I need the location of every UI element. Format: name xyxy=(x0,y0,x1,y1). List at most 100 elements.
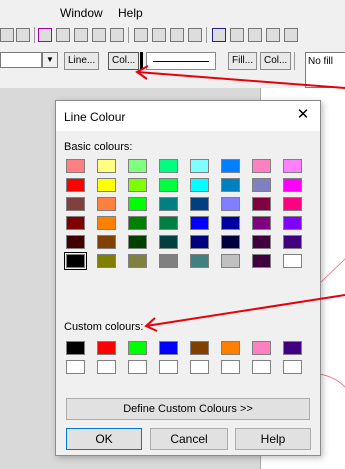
basic-colour-swatch[interactable] xyxy=(128,216,147,230)
basic-colour-swatch[interactable] xyxy=(283,159,302,173)
basic-colour-swatch[interactable] xyxy=(159,235,178,249)
pan-icon[interactable] xyxy=(248,28,262,42)
chevron-down-icon[interactable]: ▼ xyxy=(42,52,58,68)
custom-colour-swatch[interactable] xyxy=(252,341,271,355)
basic-colour-swatch[interactable] xyxy=(252,178,271,192)
basic-colour-swatch[interactable] xyxy=(128,254,147,268)
fill-value-box[interactable]: No fill xyxy=(305,52,345,88)
custom-colour-swatch[interactable] xyxy=(66,360,85,374)
fill-button[interactable]: Fill... xyxy=(228,52,258,70)
snap-icon[interactable] xyxy=(110,28,124,42)
line-style-sample[interactable] xyxy=(146,52,216,70)
basic-colour-swatch[interactable] xyxy=(97,197,116,211)
paste-icon[interactable] xyxy=(0,28,14,42)
align-icon[interactable] xyxy=(74,28,88,42)
basic-colour-swatch[interactable] xyxy=(252,159,271,173)
forward-icon[interactable] xyxy=(170,28,184,42)
basic-colour-swatch[interactable] xyxy=(190,216,209,230)
bring-front-icon[interactable] xyxy=(134,28,148,42)
basic-colour-swatch[interactable] xyxy=(128,159,147,173)
basic-colour-swatch[interactable] xyxy=(97,235,116,249)
basic-colour-swatch[interactable] xyxy=(252,216,271,230)
custom-colour-swatch[interactable] xyxy=(97,341,116,355)
custom-colour-swatch[interactable] xyxy=(128,341,147,355)
grid-icon[interactable] xyxy=(56,28,70,42)
basic-colour-swatch[interactable] xyxy=(97,159,116,173)
basic-colour-swatch[interactable] xyxy=(283,216,302,230)
define-custom-colours-button[interactable]: Define Custom Colours >> xyxy=(66,398,310,420)
menu-window[interactable]: Window xyxy=(60,6,103,20)
custom-colour-swatch[interactable] xyxy=(221,360,240,374)
custom-colour-swatch[interactable] xyxy=(283,360,302,374)
menu-help[interactable]: Help xyxy=(118,6,143,20)
custom-colour-swatch[interactable] xyxy=(190,341,209,355)
basic-colour-swatch[interactable] xyxy=(128,178,147,192)
basic-colour-swatch[interactable] xyxy=(159,178,178,192)
dialog-titlebar: Line Colour ✕ xyxy=(56,101,320,131)
basic-colour-swatch[interactable] xyxy=(221,197,240,211)
basic-colour-swatch[interactable] xyxy=(128,197,147,211)
basic-colour-swatch[interactable] xyxy=(283,197,302,211)
basic-colour-swatch[interactable] xyxy=(221,178,240,192)
custom-colour-swatch[interactable] xyxy=(97,360,116,374)
basic-colour-swatch[interactable] xyxy=(66,216,85,230)
zoom-icon[interactable] xyxy=(284,28,298,42)
shape-icon[interactable] xyxy=(230,28,244,42)
custom-colour-swatch[interactable] xyxy=(159,341,178,355)
basic-colour-swatch[interactable] xyxy=(221,216,240,230)
basic-colour-swatch[interactable] xyxy=(159,216,178,230)
basic-colour-swatch[interactable] xyxy=(97,254,116,268)
basic-colour-swatch[interactable] xyxy=(190,254,209,268)
basic-colour-swatch[interactable] xyxy=(66,159,85,173)
custom-colour-swatch[interactable] xyxy=(66,341,85,355)
basic-colour-swatch[interactable] xyxy=(159,254,178,268)
basic-colour-swatch[interactable] xyxy=(221,159,240,173)
custom-colour-swatch[interactable] xyxy=(221,341,240,355)
basic-colour-swatch[interactable] xyxy=(252,197,271,211)
basic-colour-swatch[interactable] xyxy=(190,235,209,249)
basic-colour-swatch[interactable] xyxy=(190,178,209,192)
custom-colour-swatch[interactable] xyxy=(128,360,147,374)
basic-colour-swatch[interactable] xyxy=(66,197,85,211)
basic-colour-swatch[interactable] xyxy=(252,235,271,249)
basic-colour-swatch[interactable] xyxy=(97,216,116,230)
basic-colour-swatch[interactable] xyxy=(159,159,178,173)
clipboard-icon[interactable] xyxy=(16,28,30,42)
basic-colour-swatch[interactable] xyxy=(190,159,209,173)
print-icon[interactable] xyxy=(266,28,280,42)
basic-colour-swatch[interactable] xyxy=(221,235,240,249)
fill-colour-button[interactable]: Col... xyxy=(260,52,292,70)
basic-colour-swatch[interactable] xyxy=(66,235,85,249)
basic-colour-swatch[interactable] xyxy=(283,254,302,268)
cancel-button[interactable]: Cancel xyxy=(150,428,228,450)
basic-colour-swatch[interactable] xyxy=(159,197,178,211)
rectangle-icon[interactable] xyxy=(212,28,226,42)
basic-colour-swatch[interactable] xyxy=(128,235,147,249)
style-combo[interactable] xyxy=(0,52,42,68)
basic-colour-swatch[interactable] xyxy=(97,178,116,192)
custom-colour-swatch[interactable] xyxy=(283,341,302,355)
basic-colours-label: Basic colours: xyxy=(64,141,133,153)
select-arrow-icon[interactable] xyxy=(38,28,52,42)
basic-colour-swatch[interactable] xyxy=(283,178,302,192)
basic-colour-swatch[interactable] xyxy=(252,254,271,268)
line-button[interactable]: Line... xyxy=(64,52,100,70)
backward-icon[interactable] xyxy=(188,28,202,42)
basic-colour-swatch[interactable] xyxy=(221,254,240,268)
distribute-icon[interactable] xyxy=(92,28,106,42)
basic-colour-swatch[interactable] xyxy=(283,235,302,249)
ok-button[interactable]: OK xyxy=(66,428,142,450)
custom-colour-swatch[interactable] xyxy=(190,360,209,374)
basic-colour-swatch[interactable] xyxy=(190,197,209,211)
basic-colour-swatch[interactable] xyxy=(66,178,85,192)
custom-colour-swatch[interactable] xyxy=(252,360,271,374)
custom-colours-label: Custom colours: xyxy=(64,321,144,333)
custom-colour-swatch[interactable] xyxy=(159,360,178,374)
send-back-icon[interactable] xyxy=(152,28,166,42)
menu-bar: Window Help xyxy=(0,0,345,22)
help-button[interactable]: Help xyxy=(235,428,311,450)
close-icon[interactable]: ✕ xyxy=(294,106,312,124)
basic-colour-swatch[interactable] xyxy=(64,252,87,270)
line-colour-button[interactable]: Col... xyxy=(108,52,140,70)
toolbar-separator xyxy=(128,27,129,43)
